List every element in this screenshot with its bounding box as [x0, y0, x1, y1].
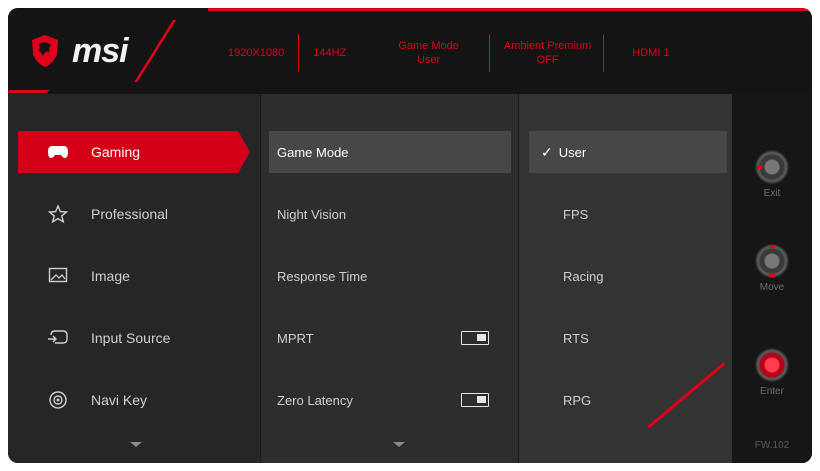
- option-label: Racing: [563, 268, 604, 284]
- status-ambient: Ambient Premium OFF: [490, 39, 603, 67]
- joystick-move-icon: [755, 244, 789, 278]
- main-item-label: Image: [91, 268, 130, 284]
- navi-key-icon: [46, 389, 70, 411]
- scroll-down-icon[interactable]: [130, 442, 142, 447]
- gamepad-icon: [46, 141, 70, 163]
- exit-button[interactable]: Exit: [746, 150, 798, 210]
- main-item-navi-key[interactable]: Navi Key: [8, 379, 248, 421]
- sub-item-game-mode[interactable]: Game Mode: [269, 131, 511, 173]
- sub-menu: Game Mode Night Vision Response Time MPR…: [260, 94, 518, 463]
- sub-item-response-time[interactable]: Response Time: [269, 255, 511, 297]
- option-user[interactable]: ✓ User: [529, 131, 727, 173]
- star-icon: [46, 203, 70, 225]
- direction-mark: [757, 165, 762, 169]
- exit-label: Exit: [763, 188, 781, 199]
- sub-item-label: Game Mode: [277, 144, 349, 160]
- toggle-knob: [477, 334, 486, 341]
- red-accent: [8, 90, 50, 93]
- toggle-knob: [477, 396, 486, 403]
- firmware-version: FW.102: [754, 440, 790, 451]
- main-item-label: Input Source: [91, 330, 171, 346]
- move-button[interactable]: Move: [746, 244, 798, 304]
- option-label: RTS: [563, 330, 589, 346]
- zero-latency-toggle[interactable]: [461, 393, 489, 407]
- osd-menu: msi 1920X1080 144HZ Game Mode User Ambie…: [8, 8, 812, 463]
- sub-item-label: Zero Latency: [277, 392, 353, 408]
- option-label: User: [558, 144, 587, 160]
- option-label: FPS: [563, 206, 589, 222]
- joystick-enter-icon: [755, 348, 789, 382]
- status-game-mode: Game Mode User: [360, 39, 473, 67]
- sub-item-label: MPRT: [277, 330, 314, 346]
- enter-button[interactable]: Enter: [746, 348, 798, 408]
- status-ambient-value: OFF: [536, 53, 559, 66]
- main-item-gaming[interactable]: Gaming: [18, 131, 250, 173]
- input-source-icon: [46, 327, 70, 349]
- main-item-label: Gaming: [91, 144, 141, 160]
- checkmark-icon: ✓: [541, 143, 553, 160]
- scroll-down-icon[interactable]: [393, 442, 405, 447]
- dragon-shield-icon: [32, 35, 58, 67]
- nav-guide: Exit Move Enter FW.102: [732, 94, 812, 463]
- move-label: Move: [759, 282, 785, 293]
- enter-label: Enter: [760, 386, 784, 397]
- option-list: ✓ User FPS Racing RTS RPG: [518, 94, 732, 463]
- osd-header: msi 1920X1080 144HZ Game Mode User Ambie…: [8, 8, 812, 94]
- brand-wordmark: msi: [72, 31, 129, 70]
- status-game-mode-label: Game Mode: [398, 39, 459, 52]
- option-fps[interactable]: FPS: [529, 193, 727, 235]
- main-item-label: Professional: [91, 206, 169, 222]
- option-label: RPG: [563, 392, 592, 408]
- option-rts[interactable]: RTS: [529, 317, 727, 359]
- sub-item-night-vision[interactable]: Night Vision: [269, 193, 511, 235]
- sub-item-label: Response Time: [277, 268, 368, 284]
- main-menu: Gaming Professional Image Input Source N…: [8, 94, 260, 463]
- sub-item-mprt[interactable]: MPRT: [269, 317, 511, 359]
- status-game-mode-value: User: [416, 53, 441, 66]
- main-item-image[interactable]: Image: [8, 255, 248, 297]
- main-item-input-source[interactable]: Input Source: [8, 317, 248, 359]
- main-item-professional[interactable]: Professional: [8, 193, 248, 235]
- direction-mark: [769, 245, 775, 248]
- status-ambient-label: Ambient Premium: [503, 39, 592, 52]
- status-bar: 1920X1080 144HZ Game Mode User Ambient P…: [208, 8, 812, 94]
- status-refresh-rate: 144HZ: [313, 46, 347, 59]
- image-icon: [46, 265, 70, 287]
- sub-item-zero-latency[interactable]: Zero Latency: [269, 379, 511, 421]
- mprt-toggle[interactable]: [461, 331, 489, 345]
- option-racing[interactable]: Racing: [529, 255, 727, 297]
- direction-mark: [769, 274, 775, 277]
- joystick-exit-icon: [755, 150, 789, 184]
- status-input: HDMI 1: [632, 46, 670, 59]
- status-resolution: 1920X1080: [228, 46, 285, 59]
- sub-item-label: Night Vision: [277, 206, 347, 222]
- main-item-label: Navi Key: [91, 392, 148, 408]
